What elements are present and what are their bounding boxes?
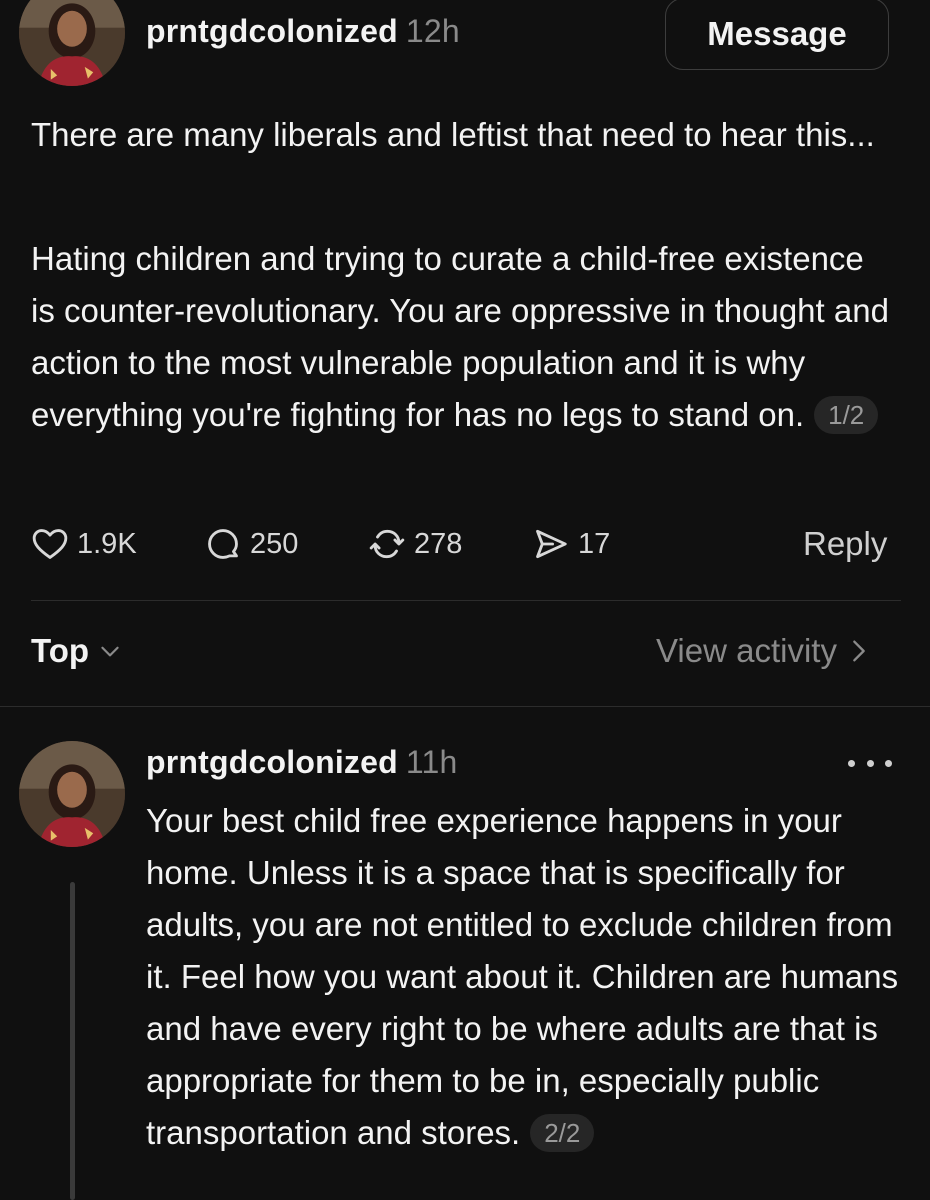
message-button[interactable]: Message — [665, 0, 889, 70]
like-button[interactable]: 1.9K — [31, 520, 137, 568]
avatar-image — [19, 0, 125, 86]
divider — [31, 600, 901, 601]
sort-label: Top — [31, 632, 90, 669]
repost-button[interactable]: 278 — [368, 520, 462, 568]
thread-line — [70, 882, 75, 1200]
share-count: 17 — [578, 527, 611, 560]
like-count: 1.9K — [77, 527, 137, 560]
repost-icon — [369, 529, 405, 559]
heart-icon — [32, 529, 68, 559]
reply-text: Your best child free experience happens … — [146, 802, 899, 1151]
share-button[interactable]: 17 — [532, 520, 610, 568]
comment-icon — [208, 529, 238, 559]
comment-count: 250 — [250, 527, 299, 560]
dot — [848, 759, 855, 767]
post-username[interactable]: prntgdcolonized 12h — [146, 13, 460, 50]
send-icon — [536, 529, 567, 559]
post-timestamp: 12h — [405, 13, 460, 49]
page-indicator: 1/2 — [814, 396, 879, 434]
more-options-icon[interactable] — [848, 748, 892, 778]
reply-timestamp: 11h — [405, 744, 458, 780]
post-paragraph-1: There are many liberals and leftist that… — [31, 116, 875, 153]
reply-username-text[interactable]: prntgdcolonized — [146, 744, 398, 780]
reply-body: Your best child free experience happens … — [146, 795, 916, 1159]
repost-count: 278 — [414, 527, 463, 560]
comment-button[interactable]: 250 — [204, 520, 298, 568]
reply-button[interactable]: Reply — [803, 520, 887, 568]
view-activity-label: View activity — [656, 632, 837, 669]
view-activity-link[interactable]: View activity — [656, 632, 871, 670]
dot — [885, 759, 892, 767]
chevron-down-icon — [101, 646, 119, 657]
page-indicator: 2/2 — [530, 1114, 595, 1152]
reply-avatar[interactable] — [19, 741, 125, 847]
post-paragraph-2: Hating children and trying to curate a c… — [31, 240, 889, 433]
avatar-image — [19, 741, 125, 847]
post-paragraph-2-container: Hating children and trying to curate a c… — [31, 233, 891, 441]
avatar[interactable] — [19, 0, 125, 86]
chevron-right-icon — [853, 640, 865, 662]
divider — [0, 706, 930, 707]
reply-username[interactable]: prntgdcolonized 11h — [146, 744, 457, 781]
dot — [866, 759, 874, 767]
sort-dropdown[interactable]: Top — [31, 632, 123, 670]
post-username-text[interactable]: prntgdcolonized — [146, 13, 398, 49]
